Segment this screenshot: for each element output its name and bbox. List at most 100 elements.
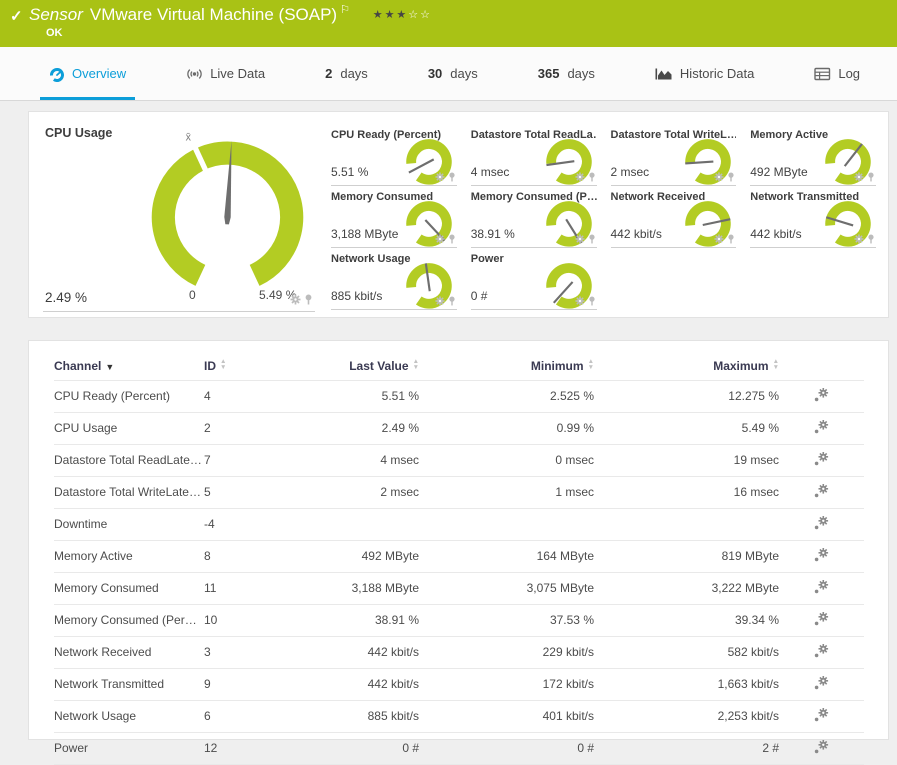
table-row[interactable]: Power 12 0 # 0 # 2 #: [54, 732, 864, 765]
table-row[interactable]: Network Received 3 442 kbit/s 229 kbit/s…: [54, 636, 864, 669]
channel-maximum: 2 #: [594, 732, 779, 765]
edit-channel-icon[interactable]: [814, 419, 829, 437]
mini-gauge-cell[interactable]: Datastore Total ReadLa… 4 msec: [470, 124, 597, 186]
sort-icon: ▲ ▼: [587, 358, 594, 371]
edit-channel-icon[interactable]: [814, 579, 829, 597]
tab-365-days[interactable]: 365 days: [529, 47, 604, 100]
flag-icon[interactable]: ⚐: [340, 4, 350, 16]
channel-minimum: 172 kbit/s: [419, 668, 594, 701]
channel-settings-icon[interactable]: [714, 172, 724, 182]
edit-channel-icon[interactable]: [814, 515, 829, 533]
edit-channel-icon[interactable]: [814, 483, 829, 501]
channel-settings-icon[interactable]: [854, 172, 864, 182]
channel-name[interactable]: Downtime: [54, 508, 204, 541]
channel-name[interactable]: Network Transmitted: [54, 668, 204, 701]
column-header-maximum[interactable]: Maximum ▲ ▼: [594, 355, 779, 381]
channel-settings-icon[interactable]: [714, 234, 724, 244]
table-row[interactable]: Network Usage 6 885 kbit/s 401 kbit/s 2,…: [54, 700, 864, 733]
pin-icon[interactable]: [727, 172, 735, 182]
edit-channel-icon[interactable]: [814, 739, 829, 757]
edit-channel-icon[interactable]: [814, 451, 829, 469]
edit-channel-icon[interactable]: [814, 547, 829, 565]
tab-label: Historic Data: [679, 66, 755, 81]
channel-minimum: 0.99 %: [419, 412, 594, 445]
table-row[interactable]: Memory Consumed (Per… 10 38.91 % 37.53 %…: [54, 604, 864, 637]
column-header-last-value[interactable]: Last Value ▲ ▼: [299, 355, 419, 381]
page-title: VMware Virtual Machine (SOAP): [89, 5, 338, 24]
channel-name[interactable]: Memory Consumed (Per…: [54, 604, 204, 637]
mini-gauge-cell[interactable]: Memory Consumed 3,188 MByte: [331, 186, 457, 248]
channel-last-value: 0 #: [299, 732, 419, 765]
tab-log[interactable]: Log: [805, 47, 869, 100]
mini-gauge-cell[interactable]: Memory Consumed (P… 38.91 %: [470, 186, 597, 248]
channel-settings-icon[interactable]: [435, 172, 445, 182]
tab-2-days[interactable]: 2 days: [316, 47, 377, 100]
mini-gauge-cell[interactable]: CPU Ready (Percent) 5.51 %: [331, 124, 457, 186]
column-header-minimum[interactable]: Minimum ▲ ▼: [419, 355, 594, 381]
mini-gauge-cell[interactable]: Network Transmitted 442 kbit/s: [750, 186, 876, 248]
channel-name[interactable]: Datastore Total ReadLate…: [54, 444, 204, 477]
tab-live-data[interactable]: Live Data: [177, 47, 274, 100]
channel-settings-icon[interactable]: [435, 296, 445, 306]
mini-gauge-value: 885 kbit/s: [331, 289, 383, 303]
edit-channel-icon[interactable]: [814, 611, 829, 629]
channel-settings-icon[interactable]: [435, 234, 445, 244]
pin-icon[interactable]: [304, 294, 313, 305]
channel-name[interactable]: CPU Usage: [54, 412, 204, 445]
tab-overview[interactable]: Overview: [40, 47, 135, 100]
channel-settings-icon[interactable]: [574, 296, 585, 306]
table-row[interactable]: CPU Usage 2 2.49 % 0.99 % 5.49 %: [54, 412, 864, 445]
table-row[interactable]: Datastore Total ReadLate… 7 4 msec 0 mse…: [54, 444, 864, 477]
table-row[interactable]: Downtime -4: [54, 508, 864, 541]
channel-settings-icon[interactable]: [574, 172, 585, 182]
table-row[interactable]: Memory Consumed 11 3,188 MByte 3,075 MBy…: [54, 572, 864, 605]
channel-id: 10: [204, 604, 299, 637]
channel-name[interactable]: Memory Active: [54, 540, 204, 573]
pin-icon[interactable]: [867, 172, 875, 182]
mini-gauge-cell[interactable]: Network Received 442 kbit/s: [610, 186, 737, 248]
channel-settings-icon[interactable]: [854, 234, 864, 244]
tab-historic-data[interactable]: Historic Data: [646, 47, 763, 100]
channel-name[interactable]: Memory Consumed: [54, 572, 204, 605]
mini-gauge-cell[interactable]: Memory Active 492 MByte: [750, 124, 876, 186]
pin-icon[interactable]: [727, 234, 735, 244]
mini-gauge-cell[interactable]: Datastore Total WriteL… 2 msec: [610, 124, 737, 186]
edit-channel-icon[interactable]: [814, 707, 829, 725]
column-header-id[interactable]: ID ▲ ▼: [204, 355, 299, 381]
pin-icon[interactable]: [588, 172, 596, 182]
edit-channel-icon[interactable]: [814, 675, 829, 693]
channel-name[interactable]: Network Usage: [54, 700, 204, 733]
table-row[interactable]: Datastore Total WriteLate… 5 2 msec 1 ms…: [54, 476, 864, 509]
table-row[interactable]: CPU Ready (Percent) 4 5.51 % 2.525 % 12.…: [54, 380, 864, 413]
pin-icon[interactable]: [588, 234, 596, 244]
column-header-edit: [779, 355, 864, 381]
gauge-cpu-usage[interactable]: CPU Usage x̄ 2.49 % 0 5.49 %: [37, 116, 319, 312]
pin-icon[interactable]: [588, 296, 596, 306]
pin-icon[interactable]: [448, 172, 456, 182]
channel-minimum: 3,075 MByte: [419, 572, 594, 605]
priority-stars[interactable]: ★★★☆☆: [373, 9, 432, 21]
mini-gauge-cell[interactable]: Network Usage 885 kbit/s: [331, 248, 457, 310]
channel-settings-icon[interactable]: [574, 234, 585, 244]
channel-name[interactable]: Power: [54, 732, 204, 765]
tab-bar: Overview Live Data 2 days 30 days 365 da…: [0, 47, 897, 101]
channel-name[interactable]: CPU Ready (Percent): [54, 380, 204, 413]
channel-id: 5: [204, 476, 299, 509]
edit-channel-icon[interactable]: [814, 387, 829, 405]
stars-filled[interactable]: ★★★: [373, 9, 409, 21]
tab-30-days[interactable]: 30 days: [419, 47, 487, 100]
channel-name[interactable]: Network Received: [54, 636, 204, 669]
table-row[interactable]: Memory Active 8 492 MByte 164 MByte 819 …: [54, 540, 864, 573]
pin-icon[interactable]: [867, 234, 875, 244]
channel-name[interactable]: Datastore Total WriteLate…: [54, 476, 204, 509]
edit-channel-icon[interactable]: [814, 643, 829, 661]
column-header-channel[interactable]: Channel ▼: [54, 355, 204, 381]
mini-gauge-value: 38.91 %: [470, 227, 515, 241]
stars-empty[interactable]: ☆☆: [408, 9, 432, 21]
channel-maximum: 1,663 kbit/s: [594, 668, 779, 701]
channel-settings-icon[interactable]: [290, 294, 301, 305]
pin-icon[interactable]: [448, 234, 456, 244]
table-row[interactable]: Network Transmitted 9 442 kbit/s 172 kbi…: [54, 668, 864, 701]
pin-icon[interactable]: [448, 296, 456, 306]
mini-gauge-cell[interactable]: Power 0 #: [470, 248, 597, 310]
